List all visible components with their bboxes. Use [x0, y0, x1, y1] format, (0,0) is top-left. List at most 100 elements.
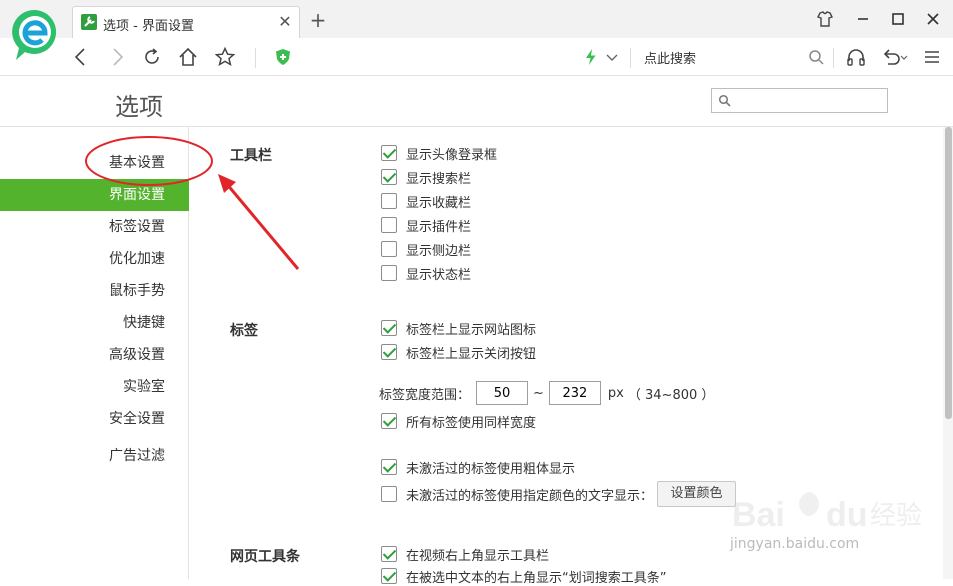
section-title-tabs: 标签 [230, 323, 258, 339]
page-title: 选项 [115, 93, 163, 121]
maximize-icon[interactable] [887, 8, 909, 30]
close-window-icon[interactable] [922, 8, 944, 30]
sidebar-item-shortcuts[interactable]: 快捷键 [0, 307, 189, 339]
option-show-status-bar[interactable]: 显示状态栏 [381, 263, 471, 283]
option-tab-bold-inactive[interactable]: 未激活过的标签使用粗体显示 [381, 457, 575, 477]
tab-width-min-input[interactable] [476, 381, 529, 405]
option-tab-color-inactive[interactable]: 未激活过的标签使用指定颜色的文字显示： [381, 484, 653, 504]
menu-icon[interactable] [921, 46, 943, 68]
option-label: 标签栏上显示网站图标 [406, 322, 537, 338]
sidebar-item-basic[interactable]: 基本设置 [0, 147, 189, 179]
section-title-web-toolbar: 网页工具条 [230, 549, 300, 565]
checkbox[interactable] [381, 193, 397, 209]
new-tab-icon[interactable]: + [308, 10, 328, 30]
sidebar-item-interface[interactable]: 界面设置 [0, 179, 189, 211]
option-label: 显示搜索栏 [406, 171, 472, 187]
options-search-input[interactable] [734, 91, 884, 110]
checkbox[interactable] [381, 320, 397, 336]
option-label: 显示收藏栏 [406, 195, 472, 211]
checkbox[interactable] [381, 546, 397, 562]
option-tab-show-close-button[interactable]: 标签栏上显示关闭按钮 [381, 342, 536, 362]
options-sidebar: 基本设置 界面设置 标签设置 优化加速 鼠标手势 快捷键 高级设置 实验室 安全… [0, 127, 189, 579]
sidebar-item-lab[interactable]: 实验室 [0, 371, 189, 403]
checkbox[interactable] [381, 459, 397, 475]
home-icon[interactable] [177, 46, 199, 68]
svg-text:du: du [826, 496, 868, 534]
option-label: 显示插件栏 [406, 219, 472, 235]
tab-width-hint: （ 34~800 ） [627, 387, 715, 403]
svg-text:Bai: Bai [732, 496, 785, 534]
svg-text:经验: 经验 [870, 501, 922, 531]
wrench-icon [81, 14, 97, 30]
options-search-box[interactable] [711, 88, 888, 113]
set-color-button[interactable]: 设置颜色 [657, 481, 736, 507]
checkbox[interactable] [381, 344, 397, 360]
address-search-label[interactable]: 点此搜索 [644, 48, 696, 67]
toolbar-separator [255, 48, 256, 68]
tab-width-unit: px [607, 385, 624, 401]
option-video-toolbar[interactable]: 在视频右上角显示工具栏 [381, 544, 549, 564]
title-bar: 选项 - 界面设置 ✕ + [0, 0, 953, 38]
option-show-avatar[interactable]: 显示头像登录框 [381, 143, 497, 163]
checkbox[interactable] [381, 265, 397, 281]
search-icon[interactable] [805, 46, 827, 68]
checkbox[interactable] [381, 568, 397, 584]
option-label: 显示头像登录框 [406, 147, 498, 163]
tab-width-label: 标签宽度范围： [379, 387, 471, 403]
tab-width-max-input[interactable] [548, 381, 601, 405]
toolbar-separator [630, 48, 631, 68]
tab-width-range: 标签宽度范围： ~ px （ 34~800 ） [379, 381, 714, 405]
favorite-star-icon[interactable] [214, 46, 236, 68]
option-label: 所有标签使用同样宽度 [406, 415, 537, 431]
sidebar-item-security[interactable]: 安全设置 [0, 403, 189, 435]
annotation-arrow-head [218, 174, 236, 193]
baidu-jingyan-watermark: Bai du 经验 [732, 492, 922, 534]
search-icon [718, 94, 731, 107]
close-tab-icon[interactable]: ✕ [277, 14, 293, 30]
sidebar-item-optimize[interactable]: 优化加速 [0, 243, 189, 275]
undo-dropdown-icon[interactable] [898, 46, 910, 68]
browser-tab[interactable]: 选项 - 界面设置 ✕ [72, 6, 300, 38]
option-label: 显示侧边栏 [406, 243, 472, 259]
option-label: 未激活过的标签使用指定颜色的文字显示： [406, 488, 654, 504]
forward-icon[interactable] [106, 46, 128, 68]
checkbox[interactable] [381, 169, 397, 185]
annotation-arrow-line [224, 182, 300, 270]
checkbox[interactable] [381, 145, 397, 161]
refresh-icon[interactable] [141, 46, 163, 68]
checkbox[interactable] [381, 486, 397, 502]
option-label: 在视频右上角显示工具栏 [406, 548, 550, 564]
section-title-toolbar: 工具栏 [230, 148, 272, 164]
browser-logo-icon [12, 9, 57, 61]
option-label: 在被选中文本的右上角显示“划词搜索工具条” [406, 570, 667, 586]
option-show-sidebar[interactable]: 显示侧边栏 [381, 239, 471, 259]
headphones-icon[interactable] [845, 46, 867, 68]
sidebar-item-adblock[interactable]: 广告过滤 [0, 440, 189, 472]
shield-plus-icon[interactable] [272, 46, 294, 68]
minimize-icon[interactable] [852, 8, 874, 30]
toolbar-separator [833, 48, 834, 68]
browser-toolbar: 点此搜索 [0, 38, 953, 76]
option-show-favorites-bar[interactable]: 显示收藏栏 [381, 191, 471, 211]
skin-icon[interactable] [814, 8, 836, 30]
option-label: 未激活过的标签使用粗体显示 [406, 461, 576, 477]
option-tab-same-width[interactable]: 所有标签使用同样宽度 [381, 411, 536, 431]
option-tab-show-favicon[interactable]: 标签栏上显示网站图标 [381, 318, 536, 338]
range-separator: ~ [533, 385, 544, 401]
option-selection-search-toolbar[interactable]: 在被选中文本的右上角显示“划词搜索工具条” [381, 566, 666, 586]
chevron-down-icon[interactable] [601, 46, 623, 68]
checkbox[interactable] [381, 217, 397, 233]
option-show-search-bar[interactable]: 显示搜索栏 [381, 167, 471, 187]
sidebar-item-advanced[interactable]: 高级设置 [0, 339, 189, 371]
option-show-plugin-bar[interactable]: 显示插件栏 [381, 215, 471, 235]
checkbox[interactable] [381, 413, 397, 429]
scrollbar-thumb[interactable] [945, 127, 952, 419]
back-icon[interactable] [70, 46, 92, 68]
checkbox[interactable] [381, 241, 397, 257]
tab-title: 选项 - 界面设置 [103, 19, 194, 34]
option-label: 显示状态栏 [406, 267, 472, 283]
watermark-url: jingyan.baidu.com [730, 536, 860, 552]
lightning-icon[interactable] [580, 46, 602, 68]
sidebar-item-mouse-gestures[interactable]: 鼠标手势 [0, 275, 189, 307]
sidebar-item-tabs[interactable]: 标签设置 [0, 211, 189, 243]
